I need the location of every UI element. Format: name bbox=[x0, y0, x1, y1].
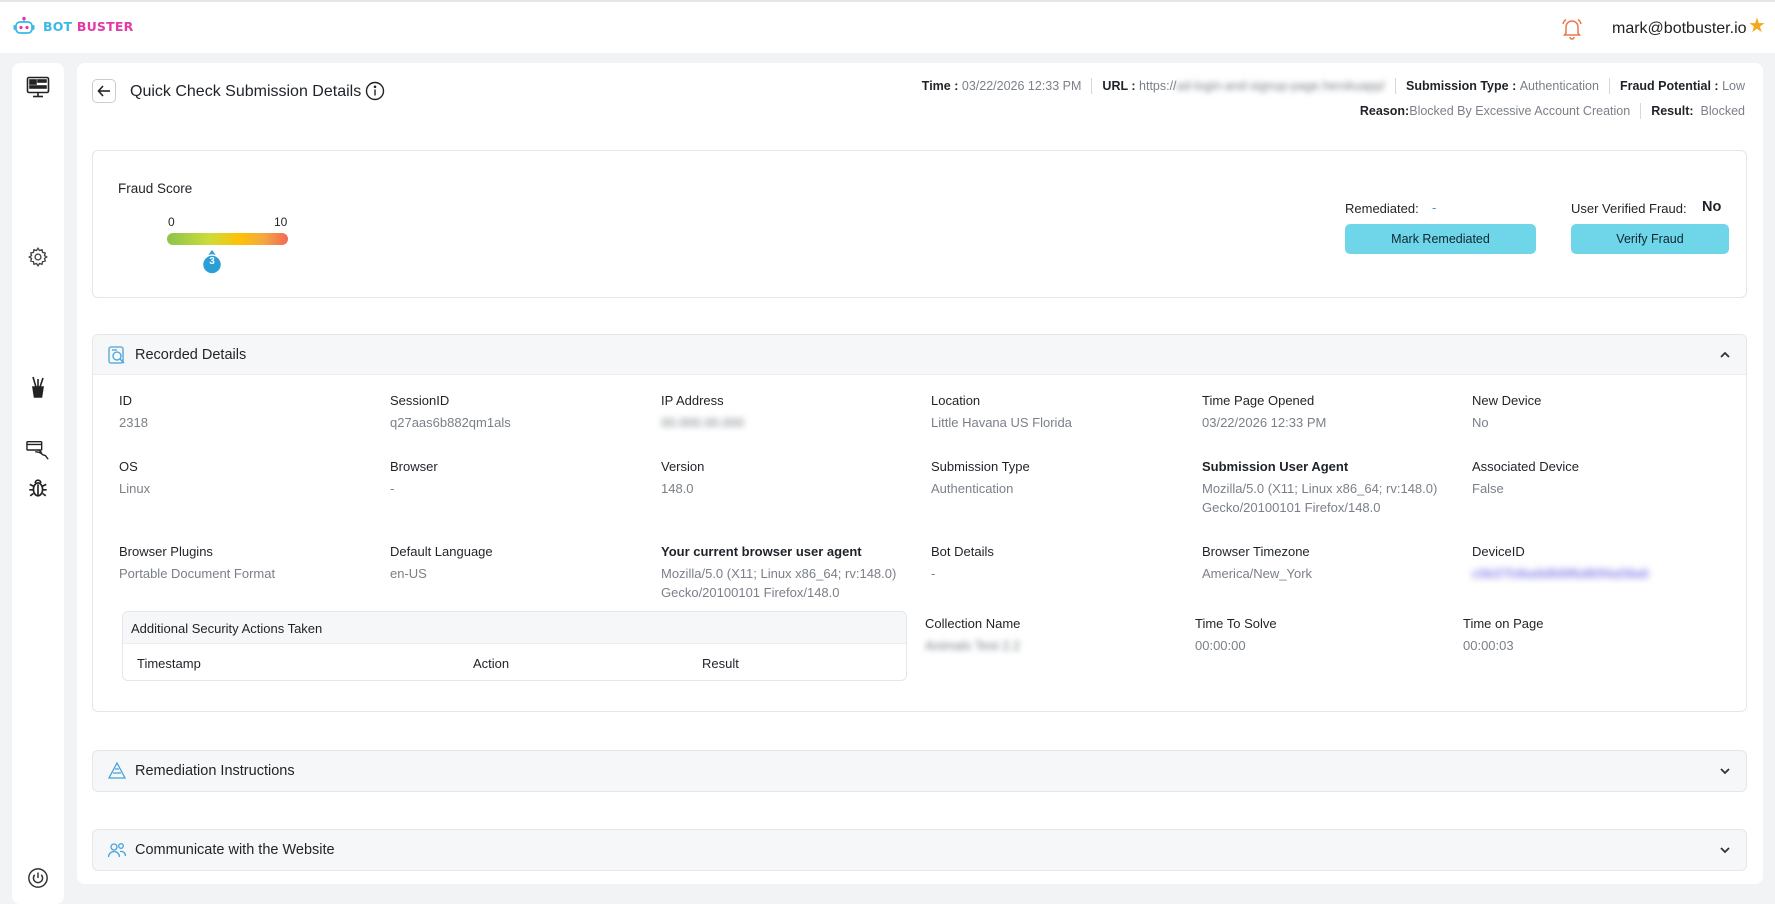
column-header-action: Action bbox=[473, 656, 510, 671]
card-hand-icon[interactable] bbox=[26, 438, 50, 462]
time-label: Time : bbox=[921, 79, 959, 93]
user-verified-fraud-label: User Verified Fraud: bbox=[1571, 201, 1687, 216]
reason-value: Blocked By Excessive Account Creation bbox=[1409, 104, 1631, 118]
brand-logo[interactable]: BOT BUSTER bbox=[13, 16, 133, 36]
bug-icon[interactable] bbox=[26, 476, 50, 500]
back-button[interactable] bbox=[92, 79, 116, 103]
gauge-min-label: 0 bbox=[168, 215, 175, 229]
star-icon: ★ bbox=[1748, 15, 1766, 37]
submission-type-label: Submission Type : bbox=[1406, 79, 1517, 93]
communicate-website-title: Communicate with the Website bbox=[135, 842, 335, 858]
id-field: ID 2318 bbox=[119, 393, 148, 430]
remediation-instructions-title: Remediation Instructions bbox=[135, 763, 295, 779]
device-id-link[interactable]: c0b3754ba9dfd9f6d80f4a58a9 bbox=[1472, 564, 1648, 583]
user-verified-fraud-value: No bbox=[1702, 199, 1722, 215]
power-icon[interactable] bbox=[26, 866, 50, 890]
time-page-opened-field: Time Page Opened 03/22/2026 12:33 PM bbox=[1202, 393, 1327, 430]
recorded-details-header[interactable]: Recorded Details bbox=[93, 335, 1746, 375]
communicate-website-accordion[interactable]: Communicate with the Website bbox=[92, 829, 1747, 871]
gauge-max-label: 10 bbox=[274, 215, 288, 229]
location-field: Location Little Havana US Florida bbox=[931, 393, 1072, 430]
submission-meta-row-1: Time : 03/22/2026 12:33 PM URL : https:/… bbox=[922, 78, 1745, 94]
column-header-timestamp: Timestamp bbox=[137, 656, 201, 671]
remediation-icon bbox=[107, 761, 127, 779]
remediation-instructions-accordion[interactable]: Remediation Instructions bbox=[92, 750, 1747, 792]
arrow-left-icon bbox=[97, 85, 110, 97]
notification-bell-icon[interactable] bbox=[1560, 16, 1584, 45]
fraud-potential-label: Fraud Potential : bbox=[1619, 79, 1719, 93]
settings-gear-icon[interactable] bbox=[26, 245, 50, 269]
verify-fraud-button[interactable]: Verify Fraud bbox=[1571, 224, 1729, 254]
page-title: Quick Check Submission Details bbox=[130, 83, 362, 100]
bot-details-field: Bot Details - bbox=[931, 544, 994, 581]
submission-type-value: Authentication bbox=[1519, 79, 1599, 93]
new-device-field: New Device No bbox=[1472, 393, 1542, 430]
result-label: Result: bbox=[1651, 104, 1694, 118]
reason-label: Reason: bbox=[1359, 104, 1410, 118]
top-header: BOT BUSTER mark@botbuster.io ★ bbox=[0, 0, 1775, 53]
fraud-score-label: Fraud Score bbox=[118, 181, 193, 196]
security-actions-title: Additional Security Actions Taken bbox=[123, 612, 906, 644]
associated-device-field: Associated Device False bbox=[1472, 459, 1579, 496]
chevron-up-icon[interactable] bbox=[1718, 348, 1732, 362]
user-email[interactable]: mark@botbuster.io bbox=[1612, 20, 1747, 38]
info-icon[interactable] bbox=[365, 81, 385, 106]
browser-timezone-field: Browser Timezone America/New_York bbox=[1202, 544, 1313, 581]
browser-field: Browser - bbox=[390, 459, 438, 496]
chevron-down-icon[interactable] bbox=[1718, 764, 1732, 778]
fraud-score-gauge bbox=[167, 233, 288, 245]
time-value: 03/22/2026 12:33 PM bbox=[961, 79, 1082, 93]
submission-type-field: Submission Type Authentication bbox=[931, 459, 1030, 496]
url-value: https:// bbox=[1139, 79, 1177, 93]
time-to-solve-field: Time To Solve 00:00:00 bbox=[1195, 616, 1277, 653]
recorded-details-icon bbox=[108, 346, 125, 364]
dashboard-icon[interactable] bbox=[26, 75, 50, 99]
ip-address-field: IP Address 00.000.00.000 bbox=[661, 393, 745, 430]
result-value: Blocked bbox=[1700, 104, 1745, 118]
chevron-down-icon[interactable] bbox=[1718, 843, 1732, 857]
os-field: OS Linux bbox=[119, 459, 151, 496]
collection-name-field: Collection Name Animals Test 2.2 bbox=[925, 616, 1021, 653]
remediated-label: Remediated: bbox=[1345, 201, 1419, 216]
version-field: Version 148.0 bbox=[661, 459, 705, 496]
url-hidden-value: ad-login-and-signup-page.herokuapp/ bbox=[1176, 79, 1386, 93]
brand-name: BOT BUSTER bbox=[43, 18, 134, 34]
fraud-score-card: Fraud Score 0 10 3 Remediated: - User Ve… bbox=[92, 150, 1747, 298]
recorded-details-panel: Recorded Details ID 2318 SessionID q27aa… bbox=[92, 334, 1747, 712]
browser-plugins-field: Browser Plugins Portable Document Format bbox=[119, 544, 276, 581]
robot-logo-icon bbox=[13, 16, 35, 34]
mark-remediated-button[interactable]: Mark Remediated bbox=[1345, 224, 1536, 254]
main-content: Quick Check Submission Details Time : 03… bbox=[77, 63, 1763, 884]
submission-meta-row-2: Reason: Blocked By Excessive Account Crea… bbox=[1360, 103, 1745, 119]
default-language-field: Default Language en-US bbox=[390, 544, 493, 581]
fraud-potential-value: Low bbox=[1722, 79, 1745, 93]
tools-icon[interactable] bbox=[26, 375, 50, 399]
remediated-value: - bbox=[1432, 200, 1437, 215]
column-header-result: Result bbox=[702, 656, 739, 671]
recorded-details-title: Recorded Details bbox=[135, 347, 247, 363]
security-actions-table: Additional Security Actions Taken Timest… bbox=[122, 611, 907, 681]
gauge-value: 3 bbox=[209, 256, 215, 267]
sidebar bbox=[12, 63, 64, 904]
time-on-page-field: Time on Page 00:00:03 bbox=[1463, 616, 1544, 653]
current-user-agent-field: Your current browser user agent Mozilla/… bbox=[661, 544, 897, 600]
url-label: URL : bbox=[1102, 79, 1136, 93]
communicate-icon bbox=[107, 843, 127, 858]
session-id-field: SessionID q27aas6b882qm1als bbox=[390, 393, 511, 430]
device-id-field: DeviceID c0b3754ba9dfd9f6d80f4a58a9 bbox=[1472, 544, 1649, 583]
submission-user-agent-field: Submission User Agent Mozilla/5.0 (X11; … bbox=[1202, 459, 1438, 515]
